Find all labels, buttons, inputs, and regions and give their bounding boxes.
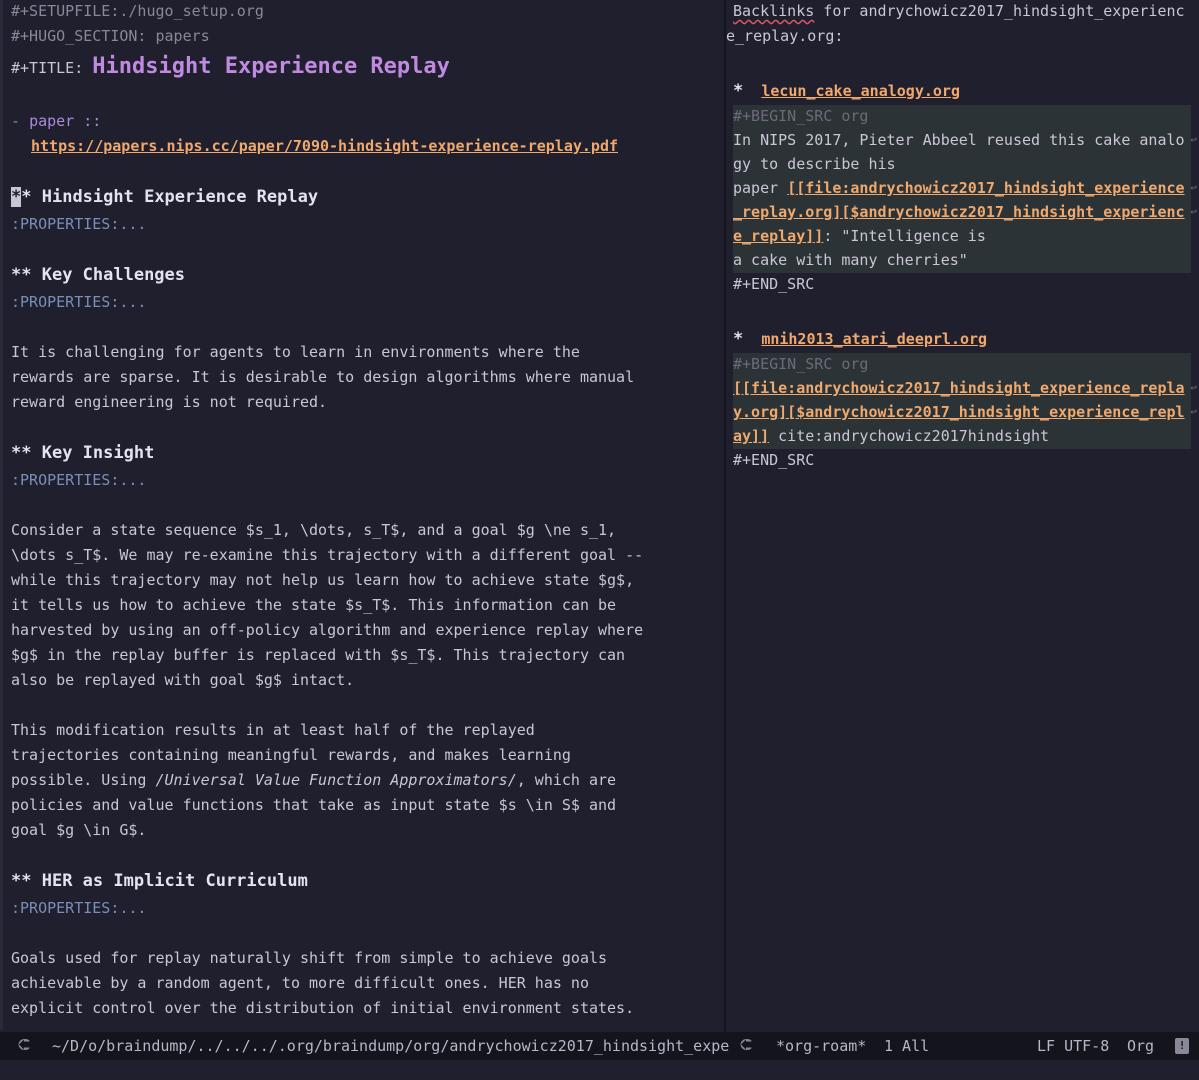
paper-property-line: - paper :: <box>11 111 101 131</box>
src-line: y.org][$andrychowicz2017_hindsight_exper… <box>733 402 1185 422</box>
header-first-char: B <box>733 2 743 20</box>
heading-key-challenges[interactable]: ** Key Challenges <box>11 265 185 285</box>
backlink-entry-heading: * lecun_cake_analogy.org <box>733 81 960 101</box>
roam-link[interactable]: [[file:andrychowicz2017_hindsight_experi… <box>787 179 1184 197</box>
roam-link[interactable]: _replay.org][$andrychowicz2017_hindsight… <box>733 203 1185 221</box>
heading-stars: ** <box>11 443 32 463</box>
paragraph-line: it tells us how to achieve the state $s_… <box>11 596 617 614</box>
paragraph-line: also be replayed with goal $g$ intact. <box>11 671 355 689</box>
evil-icon: ⮈ <box>740 1035 753 1054</box>
heading-hindsight-experience-replay[interactable]: ** Hindsight Experience Replay <box>11 187 318 207</box>
backlinks-header-continuation: e_replay.org: <box>726 27 844 45</box>
paragraph-line: It is challenging for agents to learn in… <box>11 343 580 361</box>
paper-url-line: https://papers.nips.cc/paper/7090-hindsi… <box>31 136 618 156</box>
setupfile-keyword: #+SETUPFILE:./hugo_setup.org <box>11 2 264 20</box>
title-keyword: #+TITLE: <box>11 59 93 77</box>
paragraph-line: reward engineering is not required. <box>11 393 328 411</box>
paragraph-line: possible. Using /Universal Value Functio… <box>11 770 616 790</box>
text-run: cite:andrychowicz2017hindsight <box>769 427 1050 445</box>
paragraph-line: This modification results in at least ha… <box>11 721 535 739</box>
text-run: paper <box>733 179 788 197</box>
paragraph-line: while this trajectory may not help us le… <box>11 571 635 589</box>
heading-text: Hindsight Experience Replay <box>31 187 319 207</box>
warning-icon[interactable]: ! <box>1175 1038 1189 1054</box>
src-line: gy to describe his <box>733 155 896 173</box>
paper-label: paper :: <box>29 112 102 130</box>
paragraph-line: harvested by using an off-policy algorit… <box>11 621 644 639</box>
backlink-file-link[interactable]: mnih2013_atari_deeprl.org <box>761 330 987 348</box>
src-end: #+END_SRC <box>733 451 815 469</box>
wrap-indicator-icon: ↩ <box>1190 381 1197 394</box>
heading-stars: ** <box>11 871 32 891</box>
src-line: e_replay]]: "Intelligence is <box>733 226 986 246</box>
heading-her-implicit-curriculum[interactable]: ** HER as Implicit Curriculum <box>11 871 308 891</box>
org-roam-backlinks-pane[interactable]: Backlinks for andrychowicz2017_hindsight… <box>726 0 1199 1030</box>
paragraph-line: goal $g \in G$. <box>11 821 147 839</box>
heading-text: Key Challenges <box>31 265 186 285</box>
paragraph-line: Goals used for replay naturally shift fr… <box>11 949 608 967</box>
properties-drawer[interactable]: :PROPERTIES:... <box>11 292 146 312</box>
paragraph-line: policies and value functions that take a… <box>11 796 617 814</box>
src-line: a cake with many cherries" <box>733 251 968 269</box>
backlink-entry-heading: * mnih2013_atari_deeprl.org <box>733 329 987 349</box>
wrap-indicator-icon: ↩ <box>1190 133 1197 146</box>
buffer-position: 1 All <box>884 1037 930 1055</box>
src-line: paper [[file:andrychowicz2017_hindsight_… <box>733 178 1185 198</box>
paragraph-line: trajectories containing meaningful rewar… <box>11 746 571 764</box>
header-text: for andrychowicz2017_hindsight_experienc <box>814 2 1185 20</box>
spellcheck-word: acklinks <box>742 2 815 20</box>
paragraph-line: Consider a state sequence $s_1, \dots, s… <box>11 521 617 539</box>
left-buffer-path: ~/D/o/braindump/../../../.org/braindump/… <box>52 1037 730 1055</box>
wrap-indicator-icon: ↩ <box>1190 405 1197 418</box>
text-run: , which are <box>516 771 617 789</box>
src-begin: #+BEGIN_SRC org <box>733 107 869 125</box>
backlinks-header: Backlinks for andrychowicz2017_hindsight… <box>733 1 1185 21</box>
roam-link[interactable]: y.org][$andrychowicz2017_hindsight_exper… <box>733 403 1185 421</box>
roam-link[interactable]: [[file:andrychowicz2017_hindsight_experi… <box>733 379 1185 397</box>
heading-text: Key Insight <box>31 443 155 463</box>
hugo-section-keyword: #+HUGO_SECTION: papers <box>11 27 210 45</box>
src-line: In NIPS 2017, Pieter Abbeel reused this … <box>733 131 1185 149</box>
title-line: #+TITLE: Hindsight Experience Replay <box>11 54 450 81</box>
src-line: [[file:andrychowicz2017_hindsight_experi… <box>733 378 1185 398</box>
src-line: ay]] cite:andrychowicz2017hindsight <box>733 426 1049 446</box>
paragraph-line: \dots s_T$. We may re-examine this traje… <box>11 546 644 564</box>
paper-url-link[interactable]: https://papers.nips.cc/paper/7090-hindsi… <box>31 137 618 155</box>
src-line: _replay.org][$andrychowicz2017_hindsight… <box>733 202 1185 222</box>
left-editor-pane[interactable]: #+SETUPFILE:./hugo_setup.org #+HUGO_SECT… <box>0 0 727 1030</box>
heading-star: * <box>21 187 32 207</box>
roam-link[interactable]: ay]] <box>733 427 769 445</box>
text-run: : "Intelligence is <box>823 227 986 245</box>
modeline: ⮈ ~/D/o/braindump/../../../.org/braindum… <box>0 1032 1199 1060</box>
properties-drawer[interactable]: :PROPERTIES:... <box>11 470 146 490</box>
text-cursor: * <box>11 187 22 207</box>
major-mode[interactable]: Org <box>1127 1037 1154 1055</box>
right-buffer-name: *org-roam* <box>776 1037 867 1055</box>
italic-text: /Universal Value Function Approximators/ <box>155 771 517 789</box>
heading-text: HER as Implicit Curriculum <box>31 871 308 891</box>
heading-key-insight[interactable]: ** Key Insight <box>11 443 154 463</box>
list-bullet: - <box>11 112 30 130</box>
roam-link[interactable]: e_replay]] <box>733 227 823 245</box>
paragraph-line: rewards are sparse. It is desirable to d… <box>11 368 635 386</box>
minibuffer[interactable] <box>0 1060 1199 1080</box>
paragraph-line: $g$ in the replay buffer is replaced wit… <box>11 646 626 664</box>
backlink-file-link[interactable]: lecun_cake_analogy.org <box>761 82 960 100</box>
wrap-indicator-icon: ↩ <box>1190 181 1197 194</box>
document-title: Hindsight Experience Replay <box>92 54 450 79</box>
text-run: possible. Using <box>11 771 156 789</box>
properties-drawer[interactable]: :PROPERTIES:... <box>11 214 146 234</box>
src-begin: #+BEGIN_SRC org <box>733 355 869 373</box>
paragraph-line: explicit control over the distribution o… <box>11 999 635 1017</box>
paragraph-line: achievable by a random agent, to more di… <box>11 974 589 992</box>
entry-star: * <box>733 81 744 101</box>
src-end: #+END_SRC <box>733 275 815 293</box>
evil-icon: ⮈ <box>18 1035 31 1054</box>
entry-star: * <box>733 329 744 349</box>
encoding-indicator[interactable]: LF UTF-8 <box>1037 1037 1109 1055</box>
properties-drawer[interactable]: :PROPERTIES:... <box>11 898 146 918</box>
wrap-indicator-icon: ↩ <box>1190 205 1197 218</box>
heading-stars: ** <box>11 265 32 285</box>
